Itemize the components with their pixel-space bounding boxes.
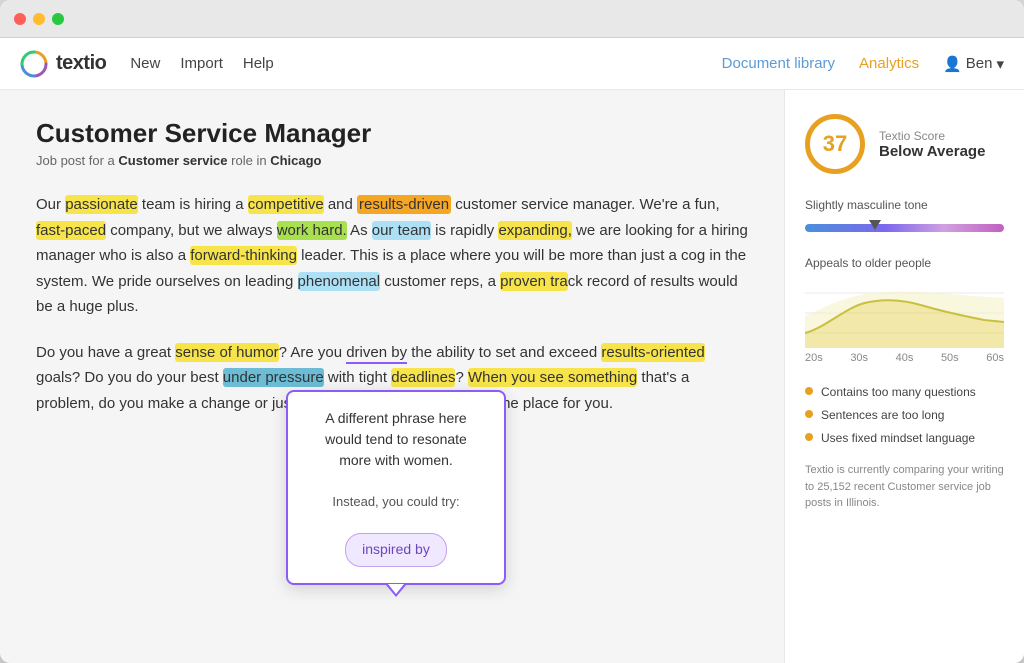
nav-document-library[interactable]: Document library: [722, 55, 835, 72]
logo-area: textio: [20, 50, 106, 78]
age-section: Appeals to older people: [805, 256, 1004, 364]
body-text: Our passionate team is hiring a competit…: [36, 192, 748, 416]
tone-label: Slightly masculine tone: [805, 198, 1004, 212]
score-circle: 37: [805, 114, 865, 174]
age-label-50s: 50s: [941, 352, 959, 364]
doc-role: Customer service: [118, 153, 227, 168]
bullet-item-2: Sentences are too long: [805, 407, 1004, 424]
doc-title: Customer Service Manager: [36, 118, 748, 149]
paragraph-1: Our passionate team is hiring a competit…: [36, 192, 748, 320]
age-label-30s: 30s: [850, 352, 868, 364]
nav-links: New Import Help: [130, 55, 721, 72]
tooltip-box: A different phrase here would tend to re…: [286, 390, 506, 585]
sidebar: 37 Textio Score Below Average Slightly m…: [784, 90, 1024, 663]
bullet-item-1: Contains too many questions: [805, 384, 1004, 401]
doc-location: Chicago: [270, 153, 321, 168]
highlight-phenomenal: phenomenal: [298, 272, 381, 291]
tooltip-instead-label: Instead, you could try:: [308, 491, 484, 513]
logo-icon: [20, 50, 48, 78]
bullet-dot-2: [805, 410, 813, 418]
age-label-20s: 20s: [805, 352, 823, 364]
user-name: Ben: [966, 55, 993, 72]
highlight-work-hard: work hard.: [277, 221, 347, 240]
user-icon: 👤: [943, 55, 962, 73]
titlebar: [0, 0, 1024, 38]
nav-analytics[interactable]: Analytics: [859, 55, 919, 72]
main-content: Customer Service Manager Job post for a …: [0, 90, 784, 663]
score-label: Textio Score: [879, 129, 985, 143]
nav-right: Document library Analytics 👤 Ben ▾: [722, 55, 1004, 73]
highlight-results-driven: results-driven: [357, 195, 451, 214]
bullet-text-1: Contains too many questions: [821, 384, 976, 401]
score-value: 37: [823, 131, 847, 157]
minimize-button[interactable]: [33, 13, 45, 25]
tooltip-container: A different phrase here would tend to re…: [286, 390, 506, 585]
app-window: textio New Import Help Document library …: [0, 0, 1024, 663]
score-info: Textio Score Below Average: [879, 129, 985, 160]
user-menu[interactable]: 👤 Ben ▾: [943, 55, 1004, 73]
age-labels: 20s 30s 40s 50s 60s: [805, 352, 1004, 364]
bullet-dot-1: [805, 387, 813, 395]
highlight-expanding: expanding,: [498, 221, 571, 240]
highlight-forward-thinking: forward-thinking: [190, 246, 297, 265]
bullets-section: Contains too many questions Sentences ar…: [805, 384, 1004, 446]
tone-bar-track: [805, 224, 1004, 232]
close-button[interactable]: [14, 13, 26, 25]
chevron-down-icon: ▾: [996, 55, 1004, 73]
highlight-driven-by: driven by: [346, 344, 407, 364]
traffic-lights: [14, 13, 64, 25]
bullet-dot-3: [805, 433, 813, 441]
score-area: 37 Textio Score Below Average: [805, 114, 1004, 174]
highlight-passionate: passionate: [65, 195, 138, 214]
comparing-text: Textio is currently comparing your writi…: [805, 462, 1004, 512]
highlight-competitive: competitive: [248, 195, 324, 214]
tooltip-main-text: A different phrase here would tend to re…: [308, 408, 484, 471]
score-desc: Below Average: [879, 143, 985, 160]
age-label-40s: 40s: [896, 352, 914, 364]
navbar: textio New Import Help Document library …: [0, 38, 1024, 90]
nav-help[interactable]: Help: [243, 55, 274, 72]
tooltip-suggestion[interactable]: inspired by: [345, 533, 447, 567]
highlight-under-pressure: under pressure: [223, 368, 324, 387]
bullet-text-2: Sentences are too long: [821, 407, 944, 424]
doc-subtitle: Job post for a Customer service role in …: [36, 153, 748, 168]
tooltip-arrow-inner: [388, 584, 404, 594]
highlight-fast-paced: fast-paced: [36, 221, 106, 240]
highlight-proven-track: proven tra: [500, 272, 568, 291]
bullet-item-3: Uses fixed mindset language: [805, 430, 1004, 447]
tone-bar: [805, 220, 1004, 236]
tone-section: Slightly masculine tone: [805, 198, 1004, 236]
age-label: Appeals to older people: [805, 256, 1004, 270]
age-label-60s: 60s: [986, 352, 1004, 364]
maximize-button[interactable]: [52, 13, 64, 25]
highlight-when-you-see: When you see something: [468, 368, 637, 387]
content-area: Customer Service Manager Job post for a …: [0, 90, 1024, 663]
logo-text: textio: [56, 52, 106, 75]
highlight-sense-of-humor: sense of humor: [175, 343, 278, 362]
tone-indicator: [869, 220, 881, 230]
highlight-our-team: our team: [372, 221, 431, 240]
bullet-text-3: Uses fixed mindset language: [821, 430, 975, 447]
age-chart: [805, 278, 1004, 348]
highlight-results-oriented: results-oriented: [601, 343, 704, 362]
nav-import[interactable]: Import: [180, 55, 223, 72]
highlight-deadlines: deadlines: [391, 368, 455, 387]
nav-new[interactable]: New: [130, 55, 160, 72]
